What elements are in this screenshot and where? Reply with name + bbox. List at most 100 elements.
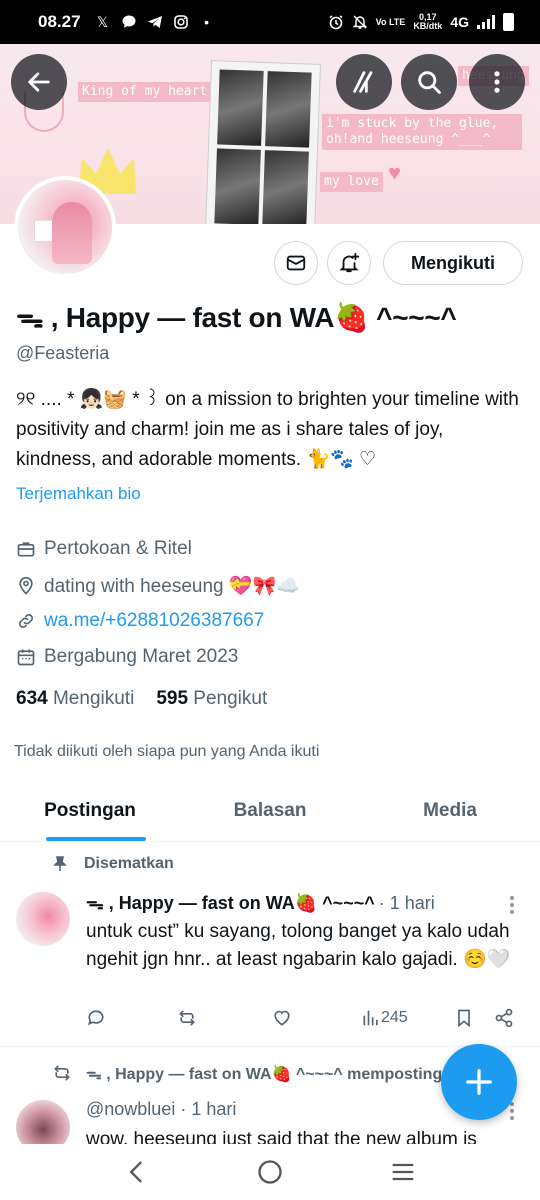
profile-handle: @Feasteria: [16, 343, 110, 363]
briefcase-icon: [17, 542, 35, 557]
profile-location: dating with heeseung 💝🎀☁️: [16, 574, 524, 598]
collage-photo: [214, 148, 261, 224]
retweet-icon: [179, 1010, 195, 1026]
like-button[interactable]: [272, 1008, 292, 1028]
tweet-time: · 1 hari: [378, 893, 435, 913]
views-count: 245: [381, 1009, 408, 1026]
mute-icon: [352, 14, 368, 30]
status-bar: 08.27 𝕏 • Vo LTE 0,17 KB/dtk 4G: [0, 0, 540, 44]
tweet-text: untuk cust” ku sayang, tolong banget ya …: [86, 921, 511, 970]
notify-button[interactable]: [327, 241, 371, 285]
share-icon: [495, 1008, 513, 1028]
tweet-author-handle[interactable]: @nowbluei: [86, 1099, 175, 1119]
tab-posts[interactable]: Postingan: [0, 784, 180, 841]
profile-bio: ୨୧ .... * 👧🏻🧺 * ꒱ on a mission to bright…: [16, 389, 519, 470]
tab-replies[interactable]: Balasan: [180, 784, 360, 841]
website-link[interactable]: wa.me/+62881026387667: [44, 610, 264, 632]
tweet-actions: 245: [86, 1008, 518, 1036]
alarm-icon: [328, 14, 344, 30]
tweet-more-icon[interactable]: [510, 896, 516, 917]
tweet-header: @nowbluei · 1 hari: [86, 1099, 236, 1120]
x-logo-icon: 𝕏: [96, 14, 109, 30]
dot-icon: •: [204, 14, 209, 30]
instagram-icon: [173, 14, 189, 30]
following-stat[interactable]: 634 Mengikuti: [16, 688, 134, 710]
battery-icon: [503, 13, 514, 31]
followers-stat[interactable]: 595 Pengikut: [156, 688, 267, 710]
follow-counts: 634 Mengikuti 595 Pengikut: [16, 688, 267, 710]
retweet-icon: [54, 1065, 70, 1081]
notification-icons: 𝕏 •: [95, 14, 215, 30]
profile-website: wa.me/+62881026387667: [16, 610, 524, 632]
pinned-indicator: Disematkan: [52, 855, 174, 873]
grok-icon: [353, 71, 373, 93]
repost-label: ᯓ , Happy — fast on WA🍓 ^~~~^ memposting…: [86, 1066, 490, 1083]
search-button[interactable]: [401, 54, 457, 110]
grok-button[interactable]: [336, 54, 392, 110]
system-nav-bar: [0, 1144, 540, 1200]
reply-icon: [88, 1010, 104, 1026]
location-pin-icon: [19, 576, 33, 595]
tweet-text: wow, heeseung just said that the new alb…: [86, 1129, 477, 1144]
more-options-button[interactable]: [469, 54, 525, 110]
joined-text: Bergabung Maret 2023: [44, 646, 239, 667]
heart-icon: ♥: [388, 160, 402, 185]
network-speed: 0,17 KB/dtk: [413, 13, 442, 31]
followers-count: 595: [156, 688, 189, 709]
signal-icon: [477, 15, 495, 29]
profile-tabs: Postingan Balasan Media: [0, 784, 540, 842]
back-button[interactable]: [11, 54, 67, 110]
collage-photo: [262, 150, 309, 224]
heart-outline-icon: [274, 1010, 290, 1026]
tab-media[interactable]: Media: [360, 784, 540, 841]
profile-joined: Bergabung Maret 2023: [16, 646, 524, 668]
nav-back-icon[interactable]: [123, 1158, 151, 1186]
following-count: 634: [16, 688, 48, 709]
collage-photo: [265, 71, 312, 148]
location-text: dating with heeseung 💝🎀☁️: [44, 576, 300, 597]
category-text: Pertokoan & Ritel: [44, 538, 192, 559]
pinned-label: Disematkan: [84, 855, 174, 872]
nav-home-icon[interactable]: [256, 1158, 284, 1186]
followers-label: Pengikut: [193, 688, 268, 709]
chat-icon: [121, 14, 137, 30]
tweet-divider: [0, 1046, 540, 1047]
profile-category: Pertokoan & Ritel: [16, 538, 524, 560]
bookmark-icon: [458, 1009, 470, 1028]
link-icon: [19, 614, 33, 628]
bookmark-button[interactable]: [454, 1008, 474, 1028]
not-followed-notice: Tidak diikuti oleh siapa pun yang Anda i…: [14, 743, 320, 760]
tweet-author-avatar[interactable]: [16, 892, 70, 946]
network-speed-unit: KB/dtk: [413, 21, 443, 31]
tweet-author-name[interactable]: ᯓ , Happy — fast on WA🍓 ^~~~^: [86, 891, 375, 915]
translate-bio-link[interactable]: Terjemahkan bio: [16, 484, 141, 504]
banner-text-king: King of my heart: [78, 82, 212, 102]
following-button[interactable]: Mengikuti: [383, 241, 523, 285]
more-vertical-icon: [494, 71, 500, 93]
share-button[interactable]: [494, 1008, 514, 1028]
tweet-more-icon[interactable]: [510, 1102, 516, 1123]
pin-icon: [53, 856, 67, 871]
back-arrow-icon: [28, 72, 50, 92]
tweet-header: ᯓ , Happy — fast on WA🍓 ^~~~^ · 1 hari: [86, 891, 435, 915]
banner-text-love: my love: [320, 172, 383, 192]
nav-recents-icon[interactable]: [389, 1158, 417, 1186]
telegram-icon: [147, 14, 163, 30]
message-button[interactable]: [274, 241, 318, 285]
retweet-button[interactable]: [177, 1008, 197, 1028]
profile-display-name: ᯓ , Happy — fast on WA🍓 ^~~~^: [16, 302, 457, 333]
reply-button[interactable]: [86, 1008, 106, 1028]
banner-text-stuck: i'm stuck by the glue, oh!and heeseung ^…: [322, 114, 522, 150]
views-button[interactable]: 245: [361, 1008, 408, 1028]
profile-avatar[interactable]: [14, 176, 116, 278]
repost-indicator: ᯓ , Happy — fast on WA🍓 ^~~~^ memposting…: [52, 1062, 489, 1084]
compose-button[interactable]: [441, 1044, 517, 1120]
collage-photo: [217, 69, 264, 146]
plus-icon: [466, 1069, 492, 1095]
calendar-icon: [17, 649, 35, 666]
status-time: 08.27: [38, 12, 81, 31]
avatar-figure: [52, 202, 92, 264]
system-icons: Vo LTE 0,17 KB/dtk 4G: [328, 13, 514, 31]
volte-indicator: Vo LTE: [375, 16, 406, 27]
bell-plus-icon: [339, 252, 360, 273]
